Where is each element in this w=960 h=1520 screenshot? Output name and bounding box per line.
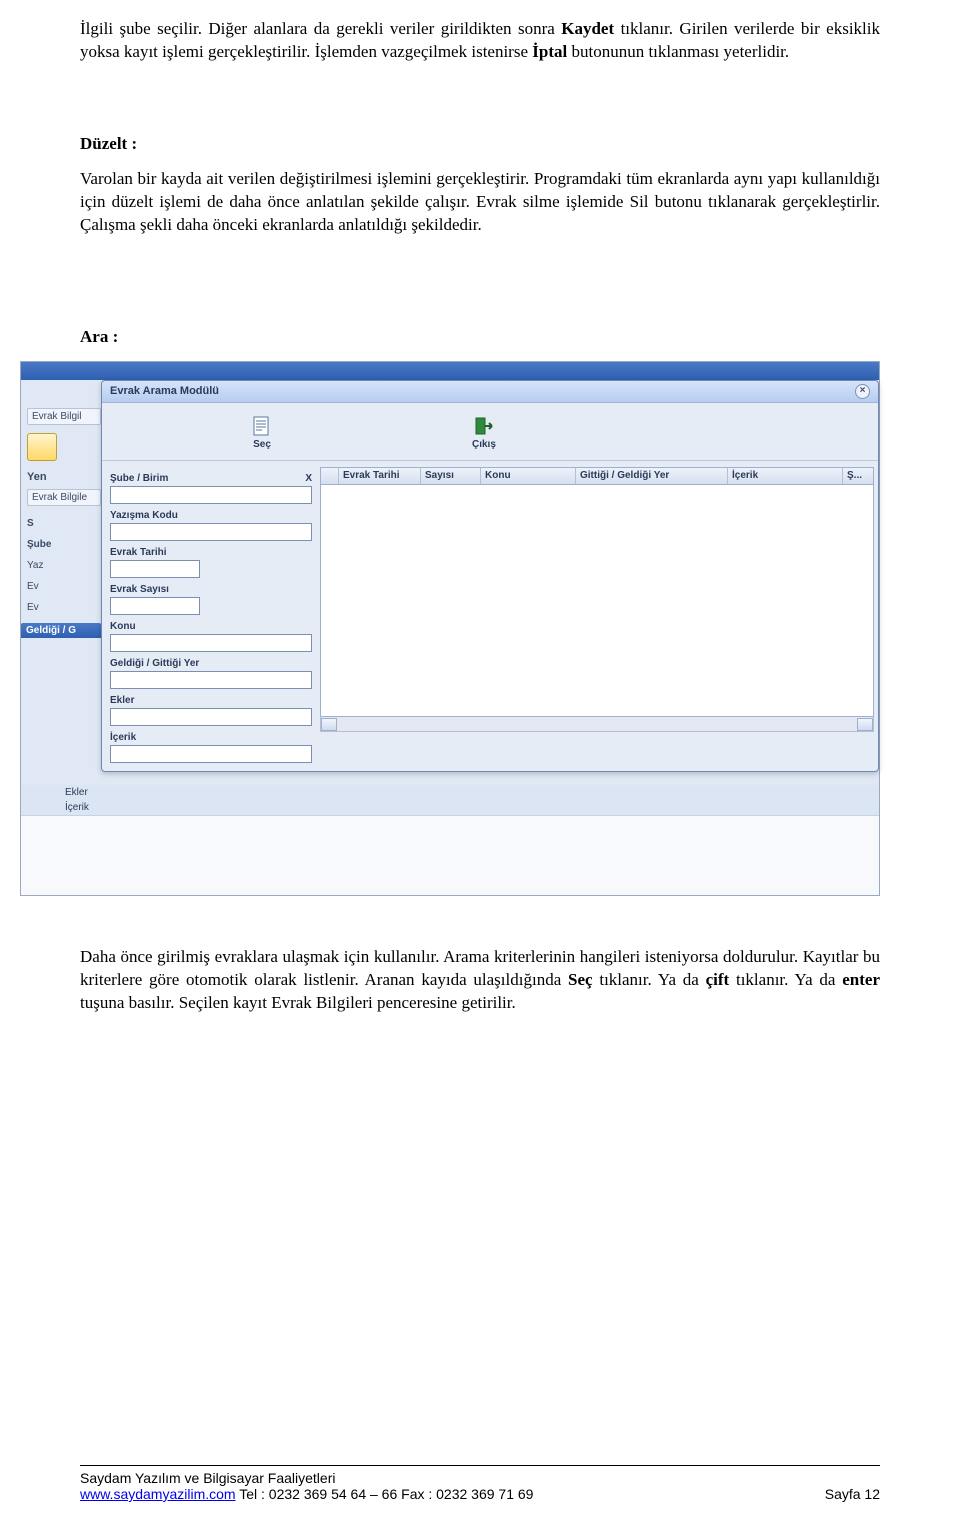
label-sube-text: Şube / Birim [110,473,168,484]
left-new-button[interactable] [27,433,57,461]
page-footer: Saydam Yazılım ve Bilgisayar Faaliyetler… [0,1465,960,1502]
col-header-konu[interactable]: Konu [481,468,576,484]
cikis-label: Çıkış [472,439,496,450]
footer-divider [80,1465,880,1466]
enter-word: enter [842,970,880,989]
label-geldigi: Geldiği / Gittiği Yer [110,658,312,669]
iptal-word: İptal [532,42,567,61]
search-modal: Evrak Arama Modülü × Seç Çıkış [101,380,879,772]
bg-ekler-label: Ekler [65,785,879,800]
select-icon [252,415,272,437]
sec-word: Seç [568,970,593,989]
input-icerik[interactable] [110,745,312,763]
sec-button[interactable]: Seç [252,415,272,450]
app-titlebar [21,362,879,380]
label-tarih: Evrak Tarihi [110,547,312,558]
left-yaz-label: Yaz [27,560,101,571]
left-yen-label: Yen [27,471,101,483]
exit-icon [474,415,494,437]
text: İlgili şube seçilir. Diğer alanlara da g… [80,19,561,38]
footer-url[interactable]: www.saydamyazilim.com [80,1486,236,1502]
page-number: Sayfa 12 [825,1486,880,1502]
input-geldigi[interactable] [110,671,312,689]
modal-titlebar: Evrak Arama Modülü × [102,381,878,403]
col-header-yer[interactable]: Gittiği / Geldiği Yer [576,468,728,484]
label-sube: Şube / Birim X [110,473,312,484]
modal-title-text: Evrak Arama Modülü [110,385,219,397]
col-header-sayi[interactable]: Sayısı [421,468,481,484]
text: butonunun tıklanması yeterlidir. [571,42,789,61]
intro-paragraph: İlgili şube seçilir. Diğer alanlara da g… [80,18,880,64]
duzelt-paragraph: Varolan bir kayda ait verilen değiştiril… [80,168,880,237]
app-screenshot: Evrak Bilgil Yen Evrak Bilgile S Şube Ya… [20,361,880,896]
left-ev2-label: Ev [27,602,101,613]
col-header-tarih[interactable]: Evrak Tarihi [339,468,421,484]
footer-company: Saydam Yazılım ve Bilgisayar Faaliyetler… [80,1470,880,1486]
input-tarih[interactable] [110,560,200,578]
modal-toolbar: Seç Çıkış [102,403,878,461]
ara-paragraph: Daha önce girilmiş evraklara ulaşmak içi… [80,946,880,1015]
bg-icerik-label: İçerik [65,800,879,815]
col-header-icerik[interactable]: İçerik [728,468,843,484]
left-geldigi-header: Geldiği / G [21,623,101,638]
horizontal-scrollbar[interactable] [320,717,874,732]
clear-x-icon[interactable]: X [305,473,312,484]
heading-ara: Ara : [80,327,880,347]
app-background-fields: Ekler İçerik [21,785,879,815]
input-konu[interactable] [110,634,312,652]
input-sayi[interactable] [110,597,200,615]
label-sayi: Evrak Sayısı [110,584,312,595]
close-icon[interactable]: × [855,384,870,399]
input-yazisma[interactable] [110,523,312,541]
cikis-button[interactable]: Çıkış [472,415,496,450]
label-ekler: Ekler [110,695,312,706]
heading-duzelt: Düzelt : [80,134,880,154]
grid-row-selector[interactable] [321,468,339,484]
left-sube-label: Şube [27,539,101,550]
results-grid: Evrak Tarihi Sayısı Konu Gittiği / Geldi… [320,461,878,771]
left-tab-evrak-bilgil[interactable]: Evrak Bilgil [27,408,101,425]
grid-body[interactable] [320,485,874,717]
left-ev1-label: Ev [27,581,101,592]
input-sube[interactable] [110,486,312,504]
text: tuşuna basılır. Seçilen kayıt Evrak Bilg… [80,993,516,1012]
app-content-area [21,815,879,895]
left-tab-evrak-bilgile[interactable]: Evrak Bilgile [27,489,101,506]
left-sidebar: Evrak Bilgil Yen Evrak Bilgile S Şube Ya… [21,380,101,785]
text: tıklanır. Ya da [599,970,705,989]
grid-header-row: Evrak Tarihi Sayısı Konu Gittiği / Geldi… [320,467,874,485]
label-konu: Konu [110,621,312,632]
cift-word: çift [706,970,730,989]
footer-tel: Tel : 0232 369 54 64 – 66 Fax : 0232 369… [239,1486,533,1502]
text: tıklanır. Ya da [736,970,842,989]
kaydet-word: Kaydet [561,19,614,38]
label-icerik: İçerik [110,732,312,743]
col-header-s[interactable]: Ş... [843,468,873,484]
search-form: Şube / Birim X Yazışma Kodu Evrak Tarihi… [102,461,320,771]
sec-label: Seç [253,439,271,450]
label-yazisma: Yazışma Kodu [110,510,312,521]
input-ekler[interactable] [110,708,312,726]
left-s-label: S [27,518,101,529]
